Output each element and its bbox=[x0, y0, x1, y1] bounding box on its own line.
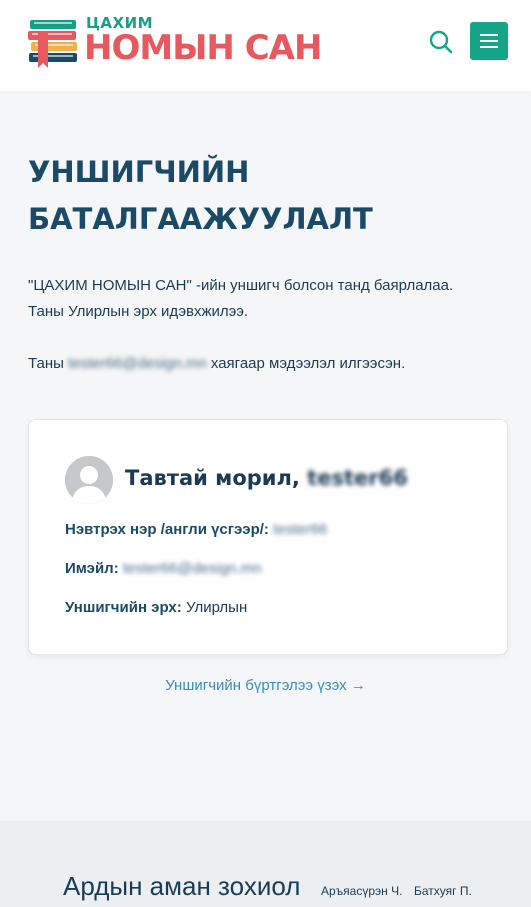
search-button[interactable] bbox=[428, 29, 454, 55]
book-author[interactable]: Аръяасүрэн Ч. bbox=[321, 884, 402, 898]
book-title[interactable]: Ардын аман зохиол bbox=[63, 871, 300, 902]
site-logo[interactable]: ЦАХИМ НОМЫН САН bbox=[28, 12, 322, 72]
reader-rights-value: Улирлын bbox=[185, 599, 248, 616]
welcome-heading: Тавтай морил, tester66 bbox=[125, 466, 408, 490]
main-content: УНШИГЧИЙН БАТАЛГААЖУУЛАЛТ "ЦАХИМ НОМЫН С… bbox=[0, 91, 531, 821]
user-avatar-icon bbox=[65, 456, 113, 504]
view-registration-link[interactable]: Уншигчийн бүртгэлээ үзэх → bbox=[0, 677, 531, 694]
book-author[interactable]: Батхуяг П. bbox=[414, 884, 472, 898]
thanks-line: "ЦАХИМ НОМЫН САН" -ийн уншигч болсон тан… bbox=[28, 277, 454, 294]
reader-rights-row: Уншигчийн эрх: Улирлын bbox=[65, 599, 247, 616]
books-logo-icon bbox=[28, 20, 77, 68]
hamburger-menu-button[interactable] bbox=[470, 22, 508, 60]
sent-suffix: хаягаар мэдээлэл илгээсэн. bbox=[206, 355, 406, 372]
sent-prefix: Таны bbox=[28, 355, 69, 372]
site-header: ЦАХИМ НОМЫН САН bbox=[0, 0, 531, 91]
email-label: Имэйл: bbox=[65, 560, 119, 577]
email-value: tester66@design.mn bbox=[122, 560, 262, 577]
sent-email: tester66@design.mn bbox=[68, 355, 207, 372]
email-sent-paragraph: Таны tester66@design.mn хаягаар мэдээлэл… bbox=[28, 351, 508, 377]
reader-rights-label: Уншигчийн эрх: bbox=[65, 599, 182, 616]
welcome-text: Тавтай морил, bbox=[125, 466, 300, 490]
search-icon bbox=[429, 30, 453, 54]
user-info-card: Тавтай морил, tester66 Нэвтрэх нэр /англ… bbox=[28, 419, 508, 655]
avatar bbox=[65, 456, 113, 504]
thanks-paragraph: "ЦАХИМ НОМЫН САН" -ийн уншигч болсон тан… bbox=[28, 273, 508, 325]
footer-book-section: Ардын аман зохиол Аръяасүрэн Ч. Батхуяг … bbox=[0, 821, 531, 907]
login-name-row: Нэвтрэх нэр /англи үсгээр/: tester66 bbox=[65, 521, 327, 538]
logo-big-text: НОМЫН САН bbox=[84, 28, 322, 68]
login-name-value: tester66 bbox=[273, 521, 328, 538]
rights-line: Таны Улирлын эрх идэвхжилээ. bbox=[28, 303, 249, 320]
email-row: Имэйл: tester66@design.mn bbox=[65, 560, 262, 577]
login-name-label: Нэвтрэх нэр /англи үсгээр/: bbox=[65, 521, 269, 538]
page-title: УНШИГЧИЙН БАТАЛГААЖУУЛАЛТ bbox=[28, 155, 373, 236]
welcome-username: tester66 bbox=[307, 466, 408, 490]
